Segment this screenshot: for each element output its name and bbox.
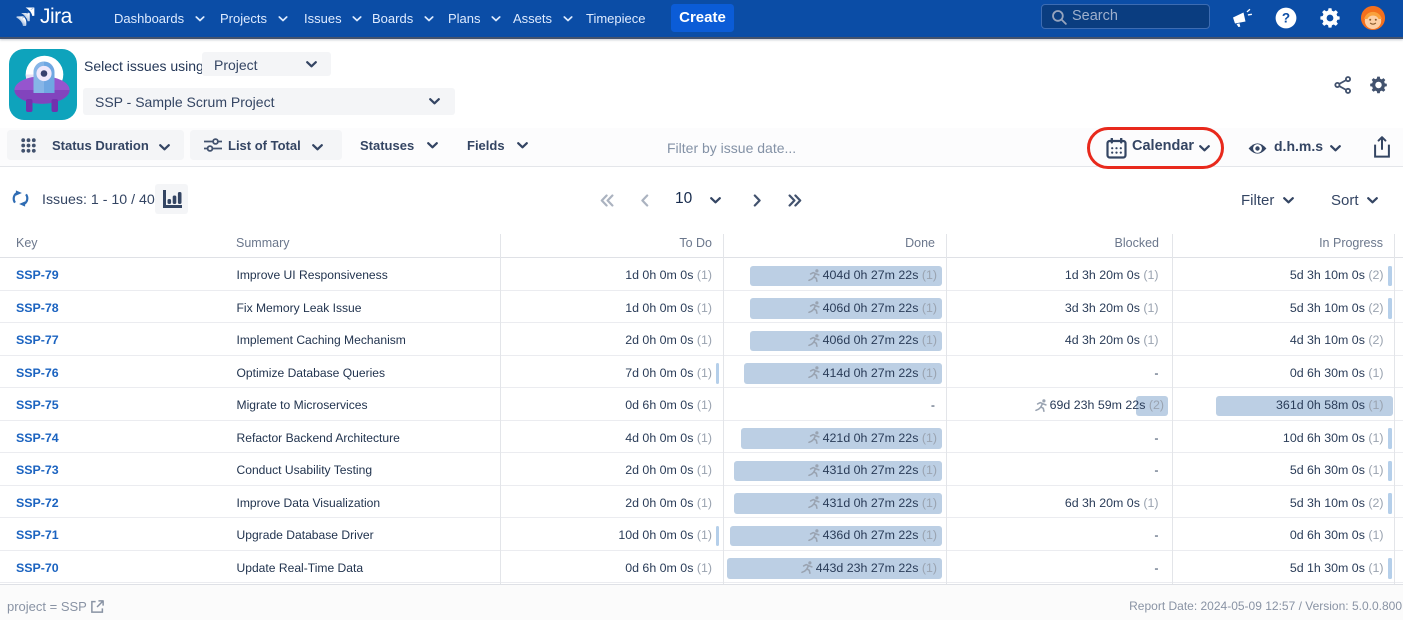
svg-text:?: ?: [1282, 11, 1290, 26]
